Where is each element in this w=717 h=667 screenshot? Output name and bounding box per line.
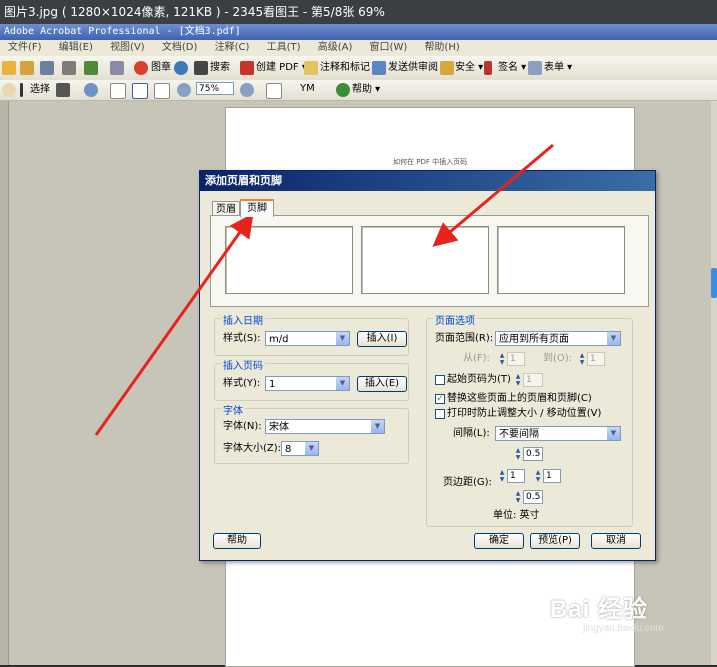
annotation-arrows [94,143,554,436]
baidu-watermark: Bai 经验 [550,596,649,623]
tab-footer[interactable]: 页脚 [240,199,274,217]
arrow-to-footer-box [432,143,554,247]
arrow-to-footer-tab [94,213,254,436]
baidu-watermark-url: jingyan.baidu.com [583,623,664,634]
